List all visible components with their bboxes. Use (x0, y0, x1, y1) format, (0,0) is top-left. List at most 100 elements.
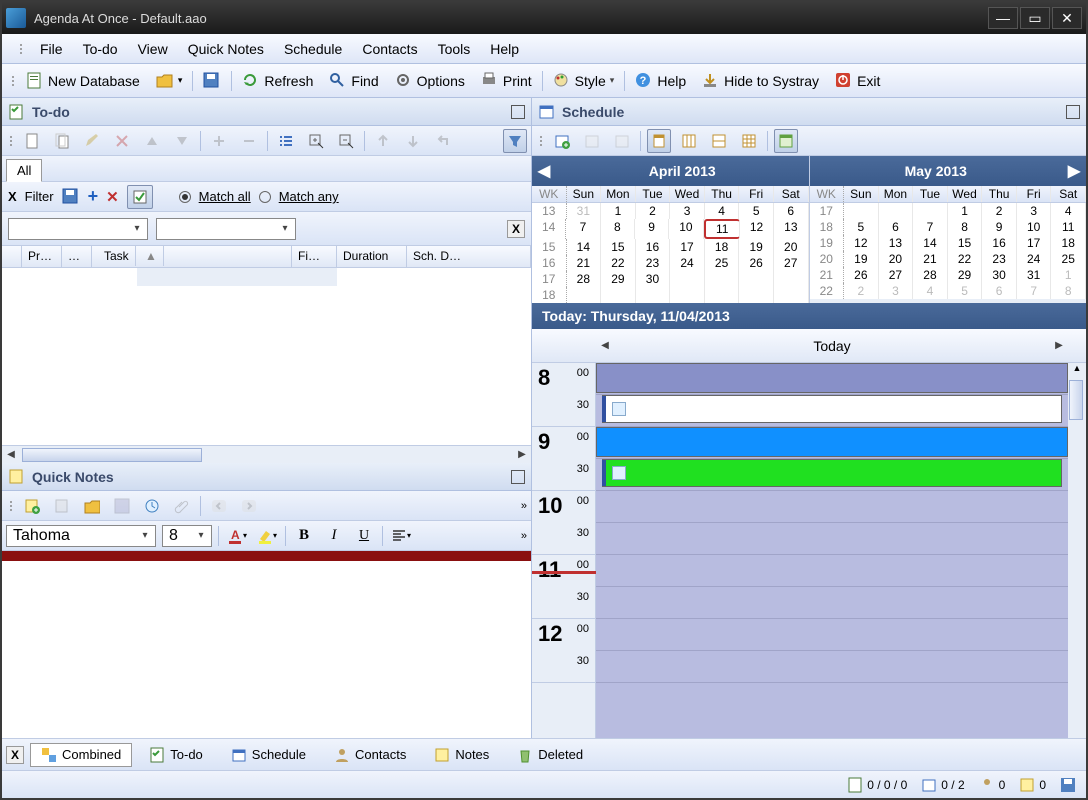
maximize-panel-button[interactable] (1066, 105, 1080, 119)
prev-day-button[interactable]: ◀ (596, 340, 614, 351)
calendar-day[interactable]: 29 (601, 271, 636, 287)
calendar-day[interactable]: 26 (739, 255, 774, 271)
calendar-day[interactable]: 13 (774, 219, 808, 239)
align-button[interactable]: ▾ (389, 524, 413, 548)
new-database-button[interactable]: New Database (20, 69, 146, 93)
more-button[interactable]: » (521, 530, 527, 542)
calendar-day[interactable]: 2 (982, 203, 1017, 219)
maximize-panel-button[interactable] (511, 470, 525, 484)
calendar-day[interactable]: 11 (704, 219, 740, 239)
font-color-button[interactable]: A▾ (225, 524, 249, 548)
view-workweek-button[interactable] (677, 129, 701, 153)
remove-filter-button[interactable]: ✕ (106, 188, 119, 206)
highlight-button[interactable]: ▾ (255, 524, 279, 548)
schedule-vscroll[interactable]: ▲ (1068, 363, 1086, 738)
calendar-day[interactable]: 6 (879, 219, 914, 235)
calendar-day[interactable]: 30 (982, 267, 1017, 283)
calendar-day[interactable] (705, 271, 740, 287)
calendar-day[interactable] (913, 203, 948, 219)
today-date-bar[interactable]: Today: Thursday, 11/04/2013 (532, 303, 1086, 329)
view-week-button[interactable] (707, 129, 731, 153)
calendar-day[interactable]: 1 (948, 203, 983, 219)
calendar-day[interactable]: 20 (879, 251, 914, 267)
calendar-day[interactable]: 21 (913, 251, 948, 267)
calendar-day[interactable] (844, 203, 879, 219)
maximize-panel-button[interactable] (511, 105, 525, 119)
tab-schedule[interactable]: Schedule (220, 743, 317, 767)
calendar-day[interactable]: 10 (669, 219, 703, 239)
move-up-button[interactable] (140, 129, 164, 153)
toggle-calendar-button[interactable] (774, 129, 798, 153)
calendar-day[interactable]: 18 (1051, 235, 1086, 251)
calendar-day[interactable]: 23 (636, 255, 671, 271)
find-button[interactable]: Find (323, 69, 384, 93)
minimize-button[interactable]: — (988, 7, 1018, 29)
calendar-day[interactable]: 4 (1051, 203, 1086, 219)
close-button[interactable]: ✕ (1052, 7, 1082, 29)
calendar-day[interactable]: 14 (567, 239, 602, 255)
calendar-day[interactable]: 1 (601, 203, 636, 219)
view-day-button[interactable] (647, 129, 671, 153)
refresh-button[interactable]: Refresh (236, 69, 319, 93)
next-month-button[interactable]: ▶ (1062, 161, 1086, 181)
calendar-day[interactable]: 8 (601, 219, 635, 239)
menu-todo[interactable]: To-do (73, 37, 128, 61)
new-event-button[interactable] (550, 129, 574, 153)
clear-filter-x[interactable]: X (8, 189, 17, 204)
attach-button[interactable] (170, 494, 194, 518)
calendar-day[interactable]: 27 (774, 255, 809, 271)
calendar-day[interactable]: 31 (567, 203, 602, 219)
minus-button[interactable] (237, 129, 261, 153)
tab-todo[interactable]: To-do (138, 743, 214, 767)
calendar-day[interactable]: 3 (879, 283, 914, 299)
edit-event-button[interactable] (580, 129, 604, 153)
event-block-3[interactable] (596, 427, 1068, 457)
print-button[interactable]: Print (475, 69, 538, 93)
new-task-button[interactable] (20, 129, 44, 153)
italic-button[interactable]: I (322, 524, 346, 548)
menu-help[interactable]: Help (480, 37, 529, 61)
event-block-4[interactable] (602, 459, 1062, 487)
delete-note-button[interactable] (50, 494, 74, 518)
calendar-day[interactable] (567, 287, 602, 303)
calendar-day[interactable]: 30 (636, 271, 671, 287)
col-finish[interactable]: Fi… (292, 246, 337, 267)
col-misc[interactable]: … (62, 246, 92, 267)
quicknotes-editor[interactable] (2, 551, 531, 738)
font-combo[interactable]: Tahoma▾ (6, 525, 156, 547)
new-subtask-button[interactable] (50, 129, 74, 153)
next-day-button[interactable]: ▶ (1050, 340, 1068, 351)
col-duration[interactable]: Duration (337, 246, 407, 267)
save-button[interactable] (197, 69, 227, 93)
timestamp-button[interactable] (140, 494, 164, 518)
arrow-up-button[interactable] (371, 129, 395, 153)
calendar-day[interactable]: 4 (913, 283, 948, 299)
delete-button[interactable] (110, 129, 134, 153)
event-block-1[interactable] (596, 363, 1068, 393)
calendar-day[interactable]: 3 (670, 203, 705, 219)
underline-button[interactable]: U (352, 524, 376, 548)
nav-fwd-button[interactable] (237, 494, 261, 518)
calendar-day[interactable]: 12 (844, 235, 879, 251)
calendar-day[interactable]: 22 (948, 251, 983, 267)
delete-event-button[interactable] (610, 129, 634, 153)
calendar-day[interactable]: 16 (636, 239, 671, 255)
filter-value-combo[interactable]: ▾ (156, 218, 296, 240)
calendar-day[interactable]: 25 (1051, 251, 1086, 267)
calendar-day[interactable]: 18 (705, 239, 740, 255)
collapse-button[interactable] (334, 129, 358, 153)
calendar-day[interactable]: 17 (670, 239, 705, 255)
calendar-day[interactable]: 24 (670, 255, 705, 271)
menu-view[interactable]: View (128, 37, 178, 61)
calendar-day[interactable]: 8 (1051, 283, 1086, 299)
calendar-day[interactable] (670, 287, 705, 303)
menu-contacts[interactable]: Contacts (352, 37, 427, 61)
calendar-day[interactable]: 4 (705, 203, 740, 219)
calendar-day[interactable]: 5 (948, 283, 983, 299)
save-note-button[interactable] (110, 494, 134, 518)
calendar-day[interactable] (774, 271, 809, 287)
calendar-day[interactable]: 15 (948, 235, 983, 251)
calendar-day[interactable]: 29 (948, 267, 983, 283)
menu-file[interactable]: File (30, 37, 73, 61)
calendar-day[interactable]: 10 (1017, 219, 1052, 235)
